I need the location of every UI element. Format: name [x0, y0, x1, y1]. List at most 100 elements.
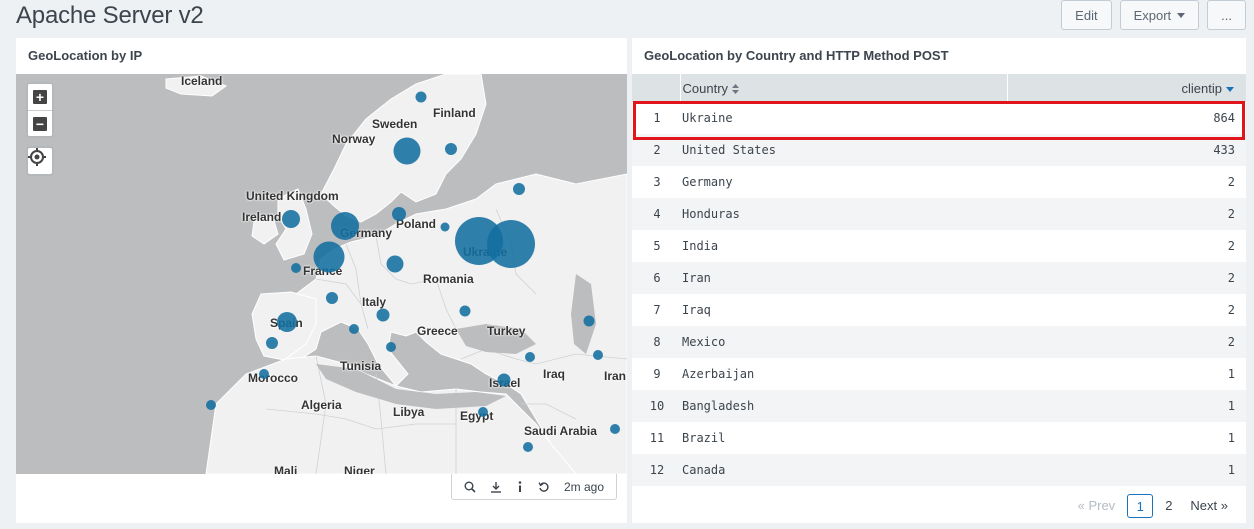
location-marker[interactable] [326, 292, 338, 304]
country-cell: Iran [680, 262, 1007, 294]
refresh-icon[interactable] [538, 481, 550, 493]
table-row[interactable]: 3 Germany 2 [632, 166, 1246, 198]
map-label: Greece [417, 324, 458, 338]
table-row[interactable]: 11 Brazil 1 [632, 422, 1246, 454]
zoom-in-button[interactable]: + [28, 84, 52, 110]
clientip-cell: 1 [1007, 390, 1246, 422]
page-1-button[interactable]: 1 [1127, 494, 1154, 518]
table-row[interactable]: 5 India 2 [632, 230, 1246, 262]
caret-down-icon [1177, 12, 1186, 18]
country-cell: Brazil [682, 431, 726, 445]
table-row[interactable]: 8 Mexico 2 [632, 326, 1246, 358]
location-marker[interactable] [525, 352, 535, 362]
location-marker[interactable] [282, 210, 300, 228]
location-marker[interactable] [513, 183, 525, 195]
info-icon[interactable] [516, 480, 524, 493]
download-icon[interactable] [490, 481, 502, 493]
map-label: United Kingdom [246, 189, 339, 203]
zoom-control: + − [26, 82, 54, 138]
country-cell: United States [680, 134, 1007, 166]
clientip-cell: 2 [1227, 175, 1235, 189]
table-row[interactable]: 6 Iran 2 [632, 262, 1246, 294]
clientip-header-label: clientip [1181, 80, 1222, 96]
row-number: 5 [653, 239, 661, 253]
location-marker[interactable] [291, 263, 301, 273]
minus-icon: − [33, 116, 47, 131]
row-number: 8 [632, 326, 680, 358]
map-label: Egypt [460, 409, 494, 423]
crosshair-icon [28, 148, 46, 166]
location-marker[interactable] [497, 373, 511, 387]
clientip-cell: 1 [1227, 431, 1235, 445]
table-row[interactable]: 2 United States 433 [632, 134, 1246, 166]
country-cell: Ukraine [682, 111, 733, 125]
country-cell: Germany [682, 175, 733, 189]
page-2-button[interactable]: 2 [1159, 494, 1178, 518]
map-label: Iran [604, 369, 627, 383]
location-marker[interactable] [376, 308, 390, 322]
location-marker[interactable] [523, 442, 533, 452]
locate-button[interactable] [26, 146, 54, 176]
location-marker[interactable] [459, 305, 471, 317]
country-cell: Azerbaijan [682, 367, 755, 381]
row-number: 7 [653, 303, 661, 317]
country-cell: Canada [680, 454, 1007, 486]
table-panel-title: GeoLocation by Country and HTTP Method P… [644, 48, 949, 63]
location-marker[interactable] [266, 337, 278, 349]
table-panel: GeoLocation by Country and HTTP Method P… [632, 38, 1246, 523]
clientip-cell: 1 [1227, 367, 1235, 381]
location-marker[interactable] [478, 407, 488, 417]
map-label: Niger [344, 464, 375, 474]
location-marker[interactable] [583, 315, 595, 327]
country-column-header[interactable]: Country [679, 74, 1007, 102]
map[interactable]: + − Iceland Finland Sweden Norway United Kin… [16, 74, 627, 474]
location-marker[interactable] [386, 255, 404, 273]
table-row[interactable]: 7 Iraq 2 [632, 294, 1246, 326]
map-label: Libya [393, 405, 425, 419]
location-marker[interactable] [349, 324, 359, 334]
row-number: 9 [653, 367, 661, 381]
table-row[interactable]: 4 Honduras 2 [632, 198, 1246, 230]
table-row[interactable]: 9 Azerbaijan 1 [632, 358, 1246, 390]
location-marker[interactable] [610, 424, 620, 434]
table-row[interactable]: 10 Bangladesh 1 [632, 390, 1246, 422]
clientip-column-header[interactable]: clientip [1006, 74, 1246, 102]
export-label: Export [1133, 7, 1172, 23]
location-marker[interactable] [393, 137, 421, 165]
map-label: Romania [423, 272, 474, 286]
map-panel-title: GeoLocation by IP [28, 48, 143, 63]
prev-page-button[interactable]: « Prev [1072, 494, 1122, 518]
country-cell: India [682, 239, 719, 253]
results-table: Country clientip 1 Ukraine 864 2 United Stat… [632, 74, 1246, 486]
search-icon[interactable] [464, 481, 476, 493]
country-cell: Honduras [680, 198, 1007, 230]
row-number: 1 [653, 111, 661, 125]
next-page-button[interactable]: Next » [1184, 494, 1234, 518]
location-marker[interactable] [259, 369, 269, 379]
export-button[interactable]: Export [1119, 0, 1200, 30]
more-button[interactable]: ... [1207, 0, 1246, 30]
location-marker[interactable] [331, 212, 359, 240]
location-marker[interactable] [313, 241, 345, 273]
location-marker[interactable] [593, 350, 603, 360]
last-updated-text: 2m ago [563, 479, 604, 494]
map-label: Iraq [543, 367, 566, 381]
location-marker[interactable] [445, 143, 457, 155]
map-label: Finland [433, 106, 476, 120]
location-marker[interactable] [440, 222, 450, 232]
clientip-cell: 433 [1007, 134, 1246, 166]
location-marker[interactable] [206, 400, 216, 410]
location-marker[interactable] [487, 220, 535, 268]
more-label: ... [1221, 7, 1232, 23]
map-label: Italy [362, 295, 387, 309]
table-row[interactable]: 1 Ukraine 864 [632, 102, 1246, 134]
location-marker[interactable] [277, 312, 297, 332]
zoom-out-button[interactable]: − [28, 110, 52, 136]
location-marker[interactable] [392, 207, 406, 221]
dashboard-title: Apache Server v2 [16, 2, 204, 29]
location-marker[interactable] [415, 91, 427, 103]
location-marker[interactable] [386, 342, 396, 352]
table-row[interactable]: 12 Canada 1 [632, 454, 1246, 486]
edit-button[interactable]: Edit [1061, 0, 1112, 30]
country-header-label: Country [682, 80, 729, 96]
